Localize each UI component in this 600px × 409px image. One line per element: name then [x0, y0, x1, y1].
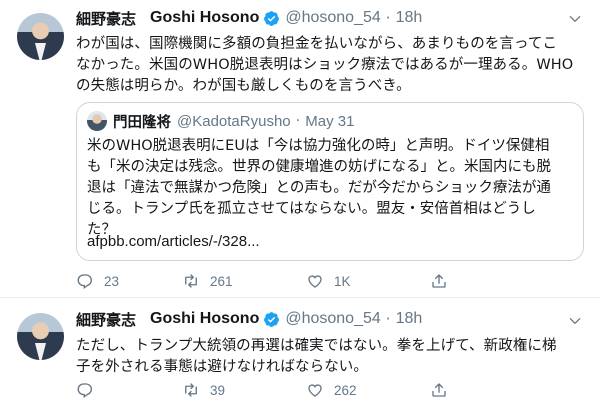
author-name-en[interactable]: Goshi Hosono [150, 9, 259, 27]
separator-dot: · [385, 310, 391, 328]
retweet-count: 39 [210, 382, 226, 398]
verified-badge-icon [264, 10, 280, 26]
reply-button[interactable]: 23 [76, 272, 119, 290]
share-button[interactable] [430, 272, 458, 290]
share-icon [432, 383, 446, 397]
retweet-button[interactable]: 261 [182, 272, 233, 290]
quoted-link[interactable]: afpbb.com/articles/-/328... [87, 233, 260, 250]
retweet-icon [185, 274, 197, 288]
tweet-header: 細野豪志 Goshi Hosono @hosono_54 · 18h [76, 8, 560, 28]
avatar[interactable] [17, 13, 64, 60]
tweet[interactable]: 細野豪志 Goshi Hosono @hosono_54 · 18h わが国は、… [0, 0, 600, 298]
like-count: 262 [334, 382, 357, 398]
quoted-text-line: 米のWHO脱退表明にEUは「今は協力強化の時」と声明。ドイツ保健相 [87, 138, 550, 154]
retweet-count: 261 [210, 273, 233, 289]
tweet-time[interactable]: 18h [396, 9, 423, 27]
quoted-avatar [87, 111, 107, 131]
quoted-tweet-time: May 31 [305, 112, 355, 130]
quoted-tweet-text: 米のWHO脱退表明にEUは「今は協力強化の時」と声明。ドイツ保健相 も「米の決定… [87, 136, 573, 241]
tweet[interactable]: 細野豪志 Goshi Hosono @hosono_54 · 18h ただし、ト… [0, 299, 600, 409]
quoted-author-handle: @KadotaRyusho [177, 112, 291, 130]
tweet-text-line: わが国は、国際機関に多額の負担金を払いながら、あまりものを言ってこ [76, 36, 558, 52]
author-name[interactable]: 細野豪志 [76, 8, 136, 29]
tweet-header: 細野豪志 Goshi Hosono @hosono_54 · 18h [76, 309, 560, 329]
tweet-text-line: ただし、トランプ大統領の再選は確実ではない。拳を上げて、新政権に梯 [76, 338, 557, 354]
quoted-text-line: 退は「違法で無謀かつ危険」との声も。だが今だからショック療法が通 [87, 180, 551, 196]
chevron-down-icon[interactable] [568, 12, 582, 26]
avatar[interactable] [17, 313, 64, 360]
like-count: 1K [334, 273, 351, 289]
share-icon [432, 274, 446, 288]
chevron-down-icon[interactable] [568, 314, 582, 328]
share-button[interactable] [430, 381, 458, 399]
reply-count: 23 [104, 273, 120, 289]
tweet-text: ただし、トランプ大統領の再選は確実ではない。拳を上げて、新政権に梯 子を外される… [76, 336, 584, 378]
like-button[interactable]: 262 [306, 381, 357, 399]
author-handle[interactable]: @hosono_54 [285, 9, 380, 27]
reply-button[interactable] [76, 381, 104, 399]
quoted-text-line: じる。トランプ氏を孤立させてはならない。盟友・安倍首相はどうし [87, 201, 536, 217]
author-name-en[interactable]: Goshi Hosono [150, 310, 259, 328]
retweet-button[interactable]: 39 [182, 381, 225, 399]
author-name[interactable]: 細野豪志 [76, 309, 136, 330]
author-handle[interactable]: @hosono_54 [285, 310, 380, 328]
tweet-text: わが国は、国際機関に多額の負担金を払いながら、あまりものを言ってこ なかった。米… [76, 34, 584, 97]
like-icon [308, 275, 322, 288]
reply-icon [77, 274, 92, 290]
like-icon [308, 384, 322, 397]
verified-badge-icon [264, 311, 280, 327]
tweet-text-line: なかった。米国のWHO脱退表明はショック療法ではあるが一理ある。WHO [76, 57, 574, 73]
quoted-author-name: 門田隆将 [113, 114, 171, 131]
tweet-time[interactable]: 18h [396, 310, 423, 328]
separator-dot: · [385, 9, 391, 27]
quoted-text-line: も「米の決定は残念。世界の健康増進の妨げになる」と。米国内にも脱 [87, 159, 551, 175]
tweet-text-line: 子を外される事態は避けなければならない。 [76, 359, 368, 375]
retweet-icon [185, 383, 197, 397]
tweet-text-line: の失態は明らか。わが国も厳しくものを言うべき。 [76, 78, 411, 94]
reply-icon [77, 383, 92, 399]
quoted-tweet[interactable]: 門田隆将 @KadotaRyusho · May 31 米のWHO脱退表明にEU… [76, 102, 584, 261]
quoted-tweet-header: 門田隆将 @KadotaRyusho · May 31 [87, 110, 354, 132]
like-button[interactable]: 1K [306, 272, 351, 290]
separator-dot: · [295, 113, 301, 129]
